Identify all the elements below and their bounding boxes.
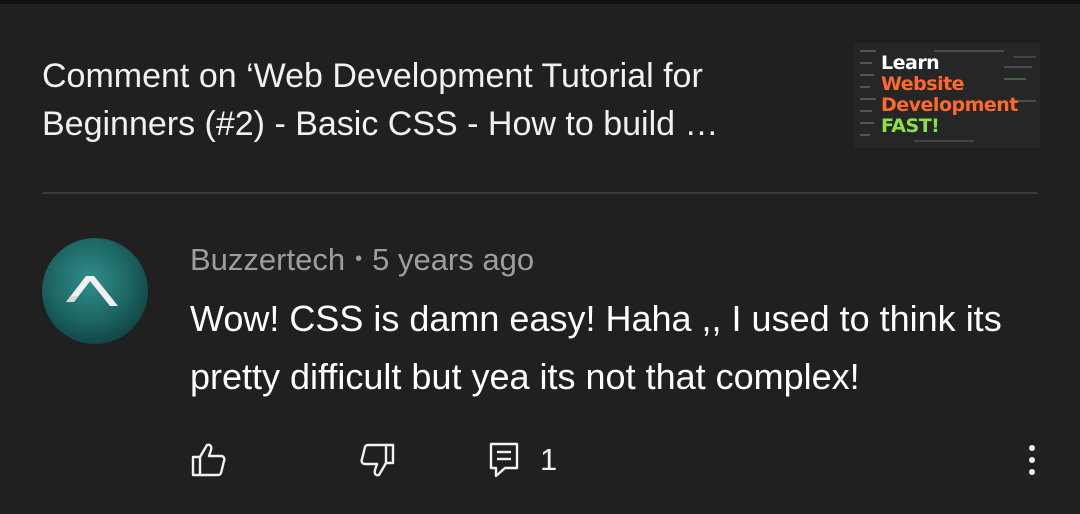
thumbnail-line-4: FAST! xyxy=(881,115,940,137)
comment-meta: Buzzertech • 5 years ago xyxy=(190,240,534,280)
reply-icon xyxy=(489,442,519,478)
thumbnail-caption: Learn Website Development FAST! xyxy=(881,53,1018,137)
avatar-logo-icon xyxy=(66,276,118,306)
avatar[interactable] xyxy=(42,238,148,344)
thumbnail-line-2: Website xyxy=(881,73,965,95)
comment-header: Comment on ‘Web Development Tutorial for… xyxy=(42,40,1042,150)
thumbnail-line-1: Learn xyxy=(881,52,940,74)
dislike-button[interactable] xyxy=(358,440,396,480)
video-title[interactable]: Comment on ‘Web Development Tutorial for… xyxy=(42,52,832,148)
reply-button[interactable]: 1 xyxy=(488,440,557,480)
more-vert-icon xyxy=(1029,445,1035,475)
comment-text: Wow! CSS is damn easy! Haha ,, I used to… xyxy=(190,298,1002,397)
thumbnail-line-3: Development xyxy=(881,94,1018,116)
comment-time: 5 years ago xyxy=(372,241,535,277)
reply-count: 1 xyxy=(540,442,558,477)
like-button[interactable] xyxy=(190,440,228,480)
like-icon xyxy=(191,443,226,477)
comment-author[interactable]: Buzzertech xyxy=(190,242,345,277)
dislike-icon xyxy=(360,443,395,477)
video-thumbnail[interactable]: Learn Website Development FAST! xyxy=(854,43,1040,148)
meta-separator: • xyxy=(355,248,363,271)
status-strip xyxy=(0,0,1080,4)
more-options-button[interactable] xyxy=(1020,440,1044,480)
divider xyxy=(42,192,1038,194)
